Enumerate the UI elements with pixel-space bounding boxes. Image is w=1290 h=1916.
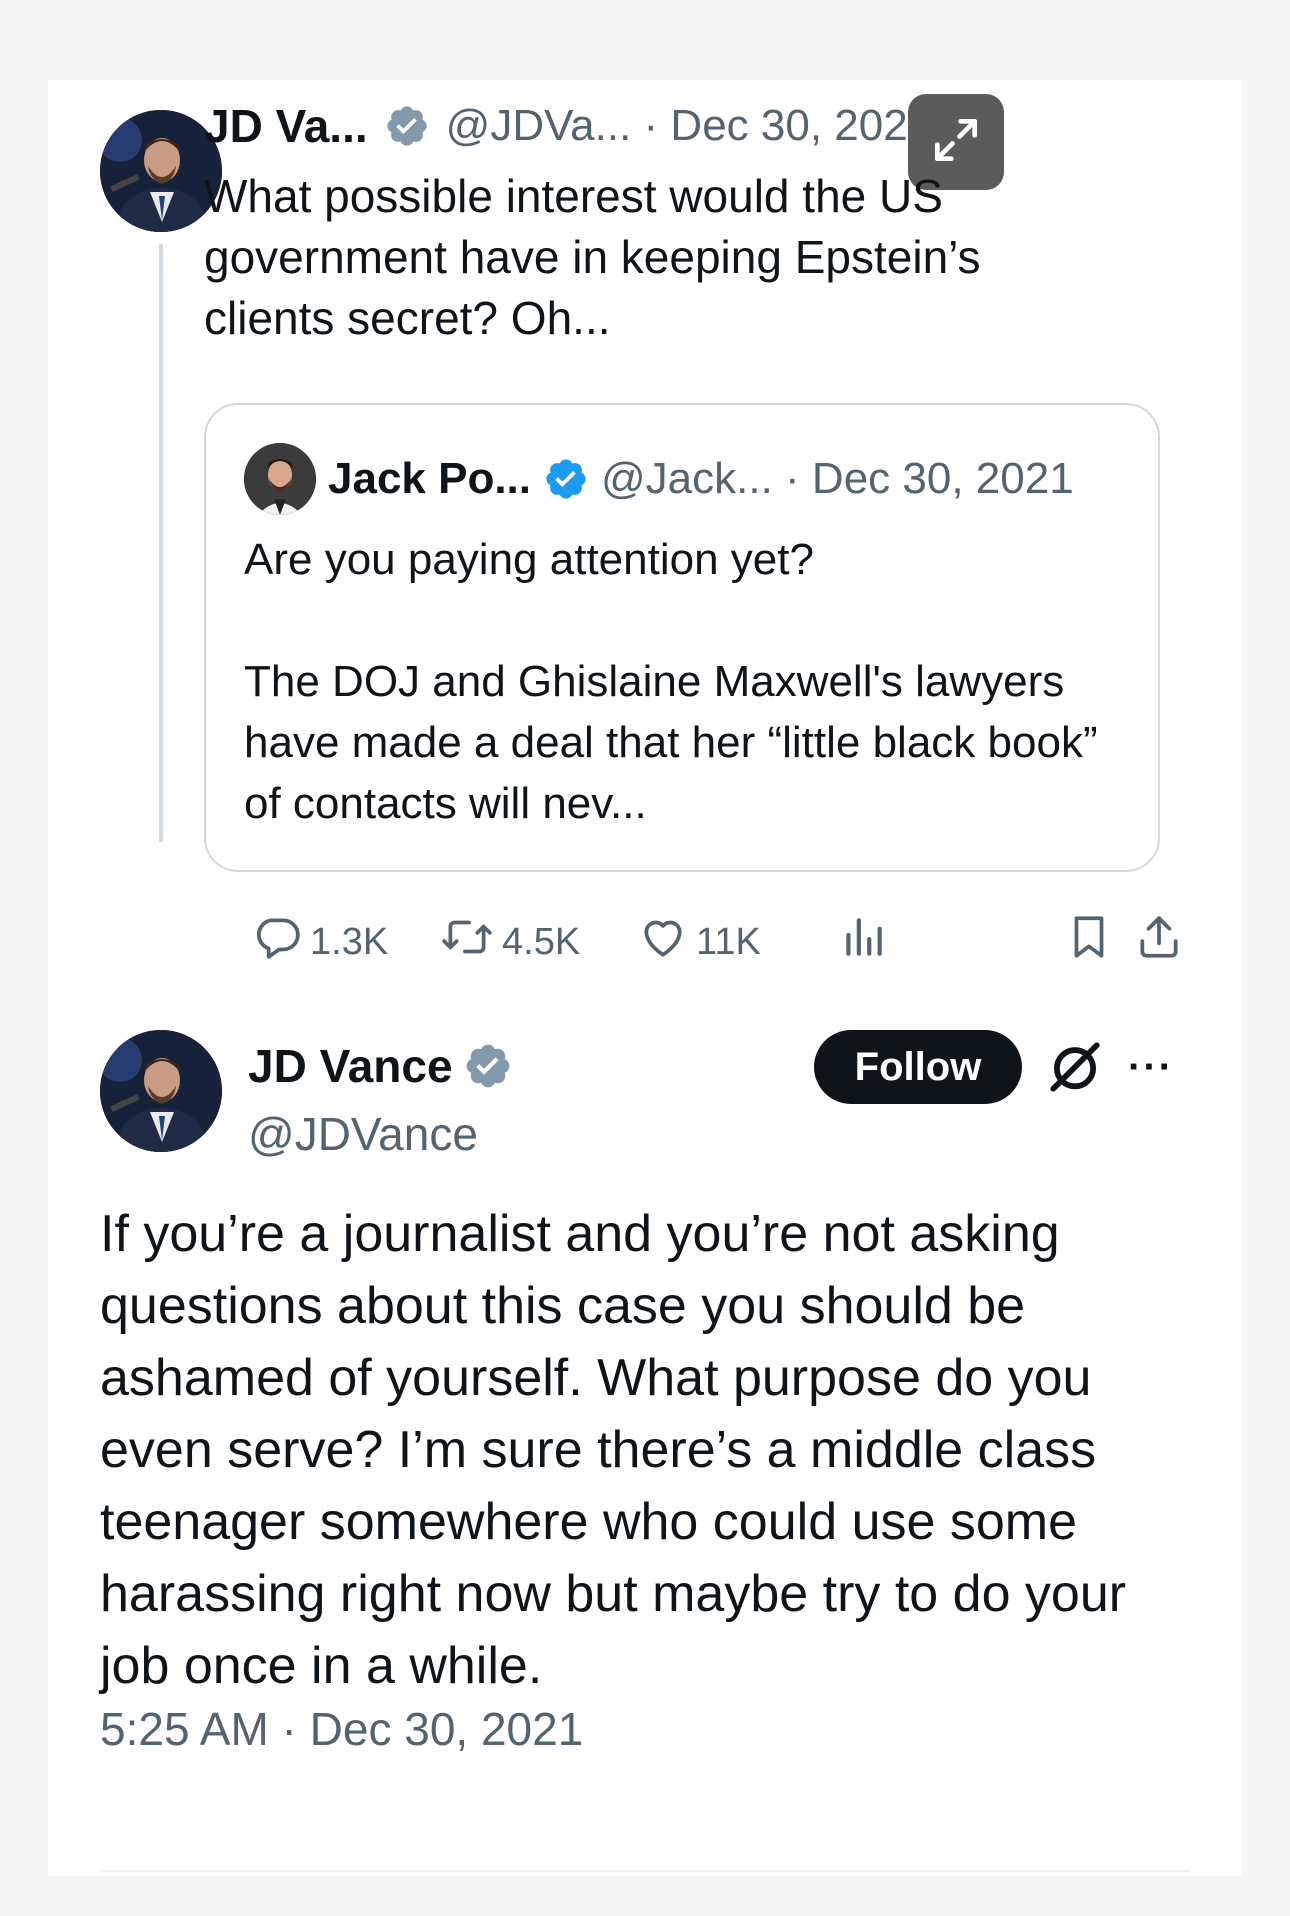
avatar-jd-vance-main[interactable] [100,1030,222,1152]
follow-button[interactable]: Follow [814,1030,1022,1104]
quoted-text-body: The DOJ and Ghislaine Maxwell's lawyers … [244,657,1098,828]
parent-tweet-text: What possible interest would the US gove… [204,170,981,344]
handle-date[interactable]: @JDVa... · Dec 30, 2021 [446,101,933,151]
parent-tweet-header: JD Va... @JDVa... · Dec 30, 2021 [204,94,1000,158]
grok-icon[interactable] [1046,1038,1104,1101]
main-tweet-author: JD Vance [248,1034,513,1098]
quoted-author-name[interactable]: Jack Po... [328,454,531,504]
avatar-jack-po[interactable] [244,443,316,515]
main-tweet-text: If you’re a journalist and you’re not as… [100,1205,1127,1695]
like-icon [638,912,688,972]
main-tweet-timestamp[interactable]: 5:25 AM · Dec 30, 2021 [100,1702,583,1756]
verified-badge-icon [463,1041,513,1091]
thread-line [159,244,163,842]
bookmark-button[interactable] [1064,912,1114,972]
views-button[interactable] [838,912,888,972]
views-icon [838,912,888,972]
verified-badge-icon [543,456,589,502]
like-button[interactable]: 11K [638,912,761,972]
repost-button[interactable]: 4.5K [440,912,580,972]
main-handle[interactable]: @JDVance [248,1104,478,1164]
bookmark-icon [1064,912,1114,972]
main-author-name[interactable]: JD Vance [248,1039,453,1093]
quoted-text-line1: Are you paying attention yet? [244,535,814,584]
repost-count: 4.5K [502,920,581,963]
reply-count: 1.3K [310,920,389,963]
verified-badge-icon [384,103,430,149]
share-button[interactable] [1134,912,1184,972]
repost-icon [440,912,494,972]
quoted-tweet-header: Jack Po... @Jack... · Dec 30, 2021 [244,441,1074,517]
share-icon [1134,912,1184,972]
quoted-tweet[interactable]: Jack Po... @Jack... · Dec 30, 2021 Are y… [204,403,1160,872]
like-count: 11K [696,920,761,963]
author-name[interactable]: JD Va... [204,99,368,153]
more-icon[interactable]: ··· [1128,1040,1174,1094]
reply-button[interactable]: 1.3K [252,912,388,972]
reply-icon [252,912,302,972]
tweet-card: JD Va... @JDVa... · Dec 30, 2021 What po… [48,80,1242,1876]
quoted-handle-date[interactable]: @Jack... · Dec 30, 2021 [601,454,1074,504]
expand-icon [928,112,984,173]
divider [100,1870,1190,1872]
